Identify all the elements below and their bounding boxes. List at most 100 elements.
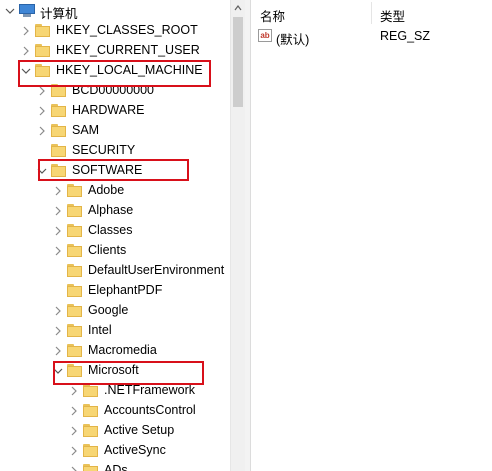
- tree-item-label: SECURITY: [72, 143, 136, 157]
- folder-icon: [35, 44, 50, 57]
- chevron-right-icon[interactable]: [37, 105, 47, 117]
- tree-item[interactable]: Classes: [0, 221, 230, 241]
- tree-item-label: DefaultUserEnvironment: [88, 263, 225, 277]
- folder-icon: [67, 244, 82, 257]
- folder-icon: [67, 224, 82, 237]
- tree-root-label: 计算机: [40, 7, 78, 21]
- chevron-right-icon[interactable]: [69, 405, 79, 417]
- registry-values-pane[interactable]: 名称 类型 ab (默认) REG_SZ: [251, 0, 492, 471]
- tree-item-label: Clients: [88, 243, 127, 257]
- tree-item[interactable]: SAM: [0, 121, 230, 141]
- folder-icon: [67, 264, 82, 277]
- tree-item-label: .NETFramework: [104, 383, 195, 397]
- chevron-down-icon[interactable]: [5, 5, 15, 17]
- folder-icon: [83, 384, 98, 397]
- chevron-right-icon[interactable]: [69, 465, 79, 471]
- column-header-type[interactable]: 类型: [380, 6, 405, 25]
- list-item[interactable]: ab (默认) REG_SZ: [251, 28, 492, 47]
- tree-item[interactable]: HARDWARE: [0, 101, 230, 121]
- chevron-right-icon[interactable]: [53, 345, 63, 357]
- tree-item[interactable]: SOFTWARE: [0, 161, 230, 181]
- tree-item-label: Adobe: [88, 183, 125, 197]
- folder-icon: [35, 24, 50, 37]
- scrollbar-thumb[interactable]: [233, 17, 243, 107]
- tree-item-label: Microsoft: [88, 363, 139, 377]
- folder-icon: [35, 64, 50, 77]
- tree-item-label: Active Setup: [104, 423, 175, 437]
- tree-item-label: Intel: [88, 323, 112, 337]
- tree-item-label: AccountsControl: [104, 403, 196, 417]
- chevron-right-icon[interactable]: [21, 45, 31, 57]
- tree-item[interactable]: Adobe: [0, 181, 230, 201]
- folder-icon: [51, 124, 66, 137]
- tree-item[interactable]: Intel: [0, 321, 230, 341]
- folder-icon: [67, 284, 82, 297]
- tree-item-label: HKEY_CLASSES_ROOT: [56, 23, 198, 37]
- tree-item[interactable]: Active Setup: [0, 421, 230, 441]
- chevron-right-icon[interactable]: [37, 125, 47, 137]
- folder-icon: [83, 464, 98, 471]
- chevron-right-icon[interactable]: [53, 185, 63, 197]
- chevron-right-icon[interactable]: [21, 25, 31, 37]
- registry-tree-pane[interactable]: 计算机 HKEY_CLASSES_ROOT HKEY_CURRENT_USER HK…: [0, 0, 230, 471]
- tree-item-label: ActiveSync: [104, 443, 166, 457]
- tree-item[interactable]: Clients: [0, 241, 230, 261]
- chevron-down-icon[interactable]: [21, 65, 31, 77]
- folder-icon: [67, 324, 82, 337]
- tree-item-label: Classes: [88, 223, 133, 237]
- column-separator[interactable]: [371, 2, 372, 24]
- tree-item-label: HKEY_CURRENT_USER: [56, 43, 200, 57]
- tree-item[interactable]: .NETFramework: [0, 381, 230, 401]
- folder-icon: [67, 204, 82, 217]
- chevron-right-icon[interactable]: [53, 325, 63, 337]
- chevron-right-icon[interactable]: [37, 85, 47, 97]
- folder-icon: [67, 344, 82, 357]
- string-value-icon: ab: [258, 29, 272, 42]
- tree-item-label: ElephantPDF: [88, 283, 163, 297]
- chevron-down-icon[interactable]: [53, 365, 63, 377]
- value-name: (默认): [276, 33, 310, 47]
- column-header-name[interactable]: 名称: [260, 6, 285, 25]
- tree-item-label: Macromedia: [88, 343, 157, 357]
- chevron-right-icon[interactable]: [53, 225, 63, 237]
- tree-item[interactable]: DefaultUserEnvironment: [0, 261, 230, 281]
- tree-item-label: BCD00000000: [72, 83, 155, 97]
- computer-icon: [19, 4, 35, 18]
- tree-item-label: HKEY_LOCAL_MACHINE: [56, 63, 203, 77]
- chevron-right-icon[interactable]: [69, 425, 79, 437]
- tree-item-label: HARDWARE: [72, 103, 145, 117]
- chevron-right-icon[interactable]: [53, 205, 63, 217]
- tree-item[interactable]: AccountsControl: [0, 401, 230, 421]
- folder-icon: [51, 144, 66, 157]
- tree-scrollbar[interactable]: [230, 0, 245, 471]
- folder-icon: [83, 444, 98, 457]
- folder-icon: [67, 364, 82, 377]
- tree-item[interactable]: HKEY_CLASSES_ROOT: [0, 21, 230, 41]
- chevron-right-icon[interactable]: [69, 445, 79, 457]
- chevron-down-icon[interactable]: [37, 165, 47, 177]
- tree-item[interactable]: Google: [0, 301, 230, 321]
- folder-icon: [83, 424, 98, 437]
- tree-item[interactable]: HKEY_LOCAL_MACHINE: [0, 61, 230, 81]
- tree-item[interactable]: HKEY_CURRENT_USER: [0, 41, 230, 61]
- tree-item[interactable]: ElephantPDF: [0, 281, 230, 301]
- scroll-up-icon[interactable]: [231, 0, 245, 15]
- tree-item-label: ADs: [104, 463, 128, 471]
- folder-icon: [67, 304, 82, 317]
- tree-item-label: Google: [88, 303, 129, 317]
- tree-item[interactable]: BCD00000000: [0, 81, 230, 101]
- tree-item[interactable]: ActiveSync: [0, 441, 230, 461]
- tree-item-label: SOFTWARE: [72, 163, 143, 177]
- folder-icon: [51, 84, 66, 97]
- tree-item[interactable]: Alphase: [0, 201, 230, 221]
- tree-item[interactable]: SECURITY: [0, 141, 230, 161]
- tree-item[interactable]: ADs: [0, 461, 230, 471]
- chevron-right-icon[interactable]: [69, 385, 79, 397]
- folder-icon: [51, 104, 66, 117]
- chevron-right-icon[interactable]: [53, 305, 63, 317]
- tree-root-computer[interactable]: 计算机: [0, 1, 230, 21]
- chevron-right-icon[interactable]: [53, 245, 63, 257]
- tree-item[interactable]: Microsoft: [0, 361, 230, 381]
- tree-item[interactable]: Macromedia: [0, 341, 230, 361]
- tree-item-label: Alphase: [88, 203, 134, 217]
